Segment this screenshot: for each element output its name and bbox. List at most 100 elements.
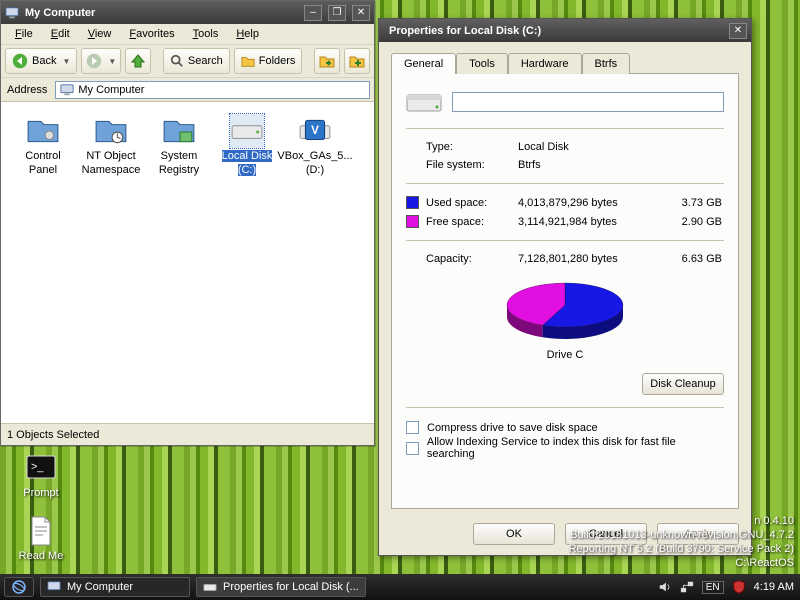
taskbar-item-label: My Computer <box>67 581 133 593</box>
icon-view[interactable]: Control Panel NT Object Namespace System… <box>1 102 374 423</box>
cd-drive-icon: V <box>298 114 332 148</box>
folder-icon <box>94 114 128 148</box>
item-local-disk-c[interactable]: Local Disk (C:) <box>213 112 281 190</box>
address-box[interactable]: My Computer <box>55 81 370 99</box>
item-label: Control <box>25 150 60 162</box>
item-control-panel[interactable]: Control Panel <box>9 112 77 190</box>
desktop-icon-readme[interactable]: Read Me <box>6 515 76 562</box>
back-label: Back <box>32 55 56 67</box>
close-button[interactable]: ✕ <box>352 5 370 21</box>
menu-favorites[interactable]: Favorites <box>121 26 182 42</box>
start-button[interactable] <box>4 577 34 597</box>
item-label: NT Object <box>86 150 135 162</box>
capacity-pie-chart <box>490 279 640 343</box>
drive-icon <box>203 580 217 594</box>
free-color-swatch <box>406 215 419 228</box>
taskbar-item-label: Properties for Local Disk (... <box>223 581 359 593</box>
tab-tools[interactable]: Tools <box>456 53 508 74</box>
menubar: File Edit View Favorites Tools Help <box>1 24 374 45</box>
item-vbox-gas-d[interactable]: V VBox_GAs_5... (D:) <box>281 112 349 190</box>
desktop-icon-label: Read Me <box>19 550 64 562</box>
network-icon[interactable] <box>680 580 694 594</box>
tab-btrfs[interactable]: Btrfs <box>582 53 631 74</box>
up-icon <box>130 53 146 69</box>
fs-label: File system: <box>426 159 518 171</box>
folders-button[interactable]: Folders <box>234 48 303 74</box>
svg-text:>_: >_ <box>31 461 44 473</box>
moveto-icon <box>319 53 335 69</box>
volume-label-input[interactable] <box>452 92 724 112</box>
tab-page-general: Type: Local Disk File system: Btrfs Used… <box>391 73 739 509</box>
menu-view[interactable]: View <box>80 26 120 42</box>
used-bytes: 4,013,879,296 bytes <box>518 197 668 209</box>
item-system-registry[interactable]: System Registry <box>145 112 213 190</box>
capacity-bytes: 7,128,801,280 bytes <box>518 253 668 265</box>
tab-general[interactable]: General <box>391 53 456 74</box>
explorer-window: My Computer – ❐ ✕ File Edit View Favorit… <box>0 0 375 446</box>
explorer-title: My Computer <box>25 7 298 19</box>
taskbar-item-explorer[interactable]: My Computer <box>40 577 190 597</box>
dialog-titlebar[interactable]: Properties for Local Disk (C:) ✕ <box>379 19 751 42</box>
search-icon <box>170 54 184 68</box>
capacity-label: Capacity: <box>426 253 518 265</box>
maximize-button[interactable]: ❐ <box>328 5 346 21</box>
toolbar: Back ▼ ▼ Search Folders <box>1 45 374 78</box>
indexing-label: Allow Indexing Service to index this dis… <box>427 436 724 460</box>
properties-dialog: Properties for Local Disk (C:) ✕ General… <box>378 18 752 556</box>
drive-icon <box>406 88 442 116</box>
menu-edit[interactable]: Edit <box>43 26 78 42</box>
free-label: Free space: <box>426 216 518 228</box>
back-icon <box>12 53 28 69</box>
compress-checkbox[interactable]: Compress drive to save disk space <box>406 420 724 435</box>
clock[interactable]: 4:19 AM <box>754 581 794 593</box>
build-info: n 0.4.10 Build 20181013-unknown-revision… <box>569 514 794 570</box>
close-button[interactable]: ✕ <box>729 23 747 39</box>
item-label: VBox_GAs_5... <box>277 150 352 162</box>
folders-icon <box>241 54 255 68</box>
statusbar: 1 Objects Selected <box>1 423 374 445</box>
desktop-icon-label: Prompt <box>23 487 58 499</box>
security-icon[interactable] <box>732 580 746 594</box>
menu-file[interactable]: File <box>7 26 41 42</box>
tab-hardware[interactable]: Hardware <box>508 53 582 74</box>
prompt-icon: >_ <box>25 452 57 484</box>
build-line: n 0.4.10 <box>569 514 794 528</box>
desktop-icon-prompt[interactable]: >_ Prompt <box>6 452 76 499</box>
free-bytes: 3,114,921,984 bytes <box>518 216 668 228</box>
explorer-titlebar[interactable]: My Computer – ❐ ✕ <box>1 1 374 24</box>
chevron-down-icon: ▼ <box>62 57 70 66</box>
build-line: C:\ReactOS <box>569 556 794 570</box>
ok-button[interactable]: OK <box>473 523 555 545</box>
item-nt-object[interactable]: NT Object Namespace <box>77 112 145 190</box>
forward-button[interactable]: ▼ <box>81 48 121 74</box>
up-button[interactable] <box>125 48 151 74</box>
address-label: Address <box>5 84 49 96</box>
item-label: System <box>161 150 198 162</box>
chevron-down-icon: ▼ <box>108 57 116 66</box>
taskbar-item-properties[interactable]: Properties for Local Disk (... <box>196 577 366 597</box>
menu-help[interactable]: Help <box>228 26 267 42</box>
item-label: Local Disk <box>222 150 273 162</box>
item-label: Registry <box>159 164 199 176</box>
copyto-button[interactable] <box>344 48 370 74</box>
search-button[interactable]: Search <box>163 48 230 74</box>
language-indicator[interactable]: EN <box>702 581 724 594</box>
item-label: (C:) <box>238 164 256 176</box>
compress-label: Compress drive to save disk space <box>427 422 598 434</box>
item-label: (D:) <box>306 164 324 176</box>
control-panel-icon <box>26 114 60 148</box>
disk-cleanup-button[interactable]: Disk Cleanup <box>642 373 724 395</box>
build-line: Build 20181013-unknown-revision.GNU_4.7.… <box>569 528 794 542</box>
volume-icon[interactable] <box>658 580 672 594</box>
status-text: 1 Objects Selected <box>7 429 99 441</box>
type-label: Type: <box>426 141 518 153</box>
moveto-button[interactable] <box>314 48 340 74</box>
indexing-checkbox[interactable]: Allow Indexing Service to index this dis… <box>406 435 724 461</box>
fs-value: Btrfs <box>518 159 668 171</box>
back-button[interactable]: Back ▼ <box>5 48 77 74</box>
build-line: Reporting NT 5.2 (Build 3790: Service Pa… <box>569 542 794 556</box>
folders-label: Folders <box>259 55 296 67</box>
drive-caption: Drive C <box>547 349 584 361</box>
menu-tools[interactable]: Tools <box>185 26 227 42</box>
minimize-button[interactable]: – <box>304 5 322 21</box>
